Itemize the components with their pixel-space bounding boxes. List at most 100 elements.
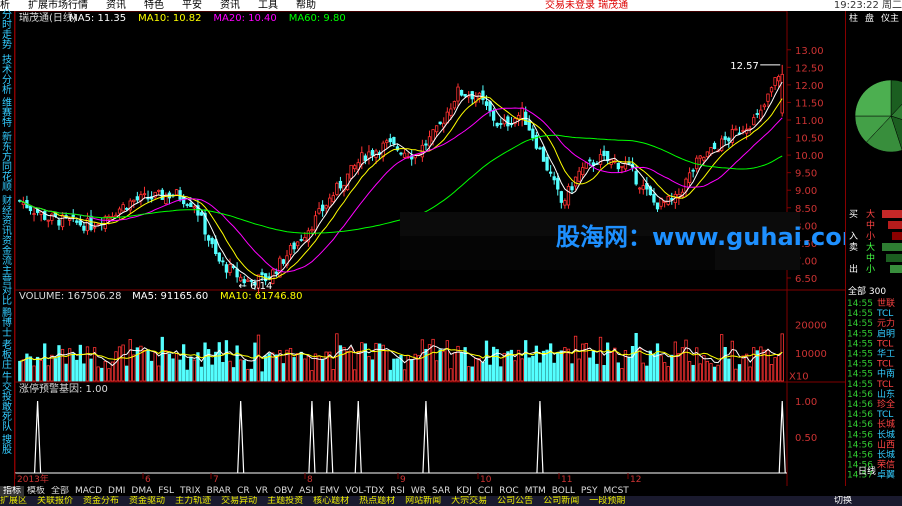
indicator-tab[interactable]: KDJ <box>453 486 475 496</box>
candle-body <box>620 165 624 168</box>
footer-tab[interactable]: 关联报价 <box>37 496 73 506</box>
footer-tab[interactable]: 网站新闻 <box>405 496 441 506</box>
indicator-tab[interactable]: MCST <box>601 486 632 496</box>
menu-item[interactable]: 资讯 <box>106 0 126 11</box>
tick-name[interactable]: 山东 <box>877 388 895 400</box>
menu-item[interactable]: 扩展市场行情 <box>28 0 88 11</box>
date-tick-label: 7 <box>213 475 219 485</box>
left-tab[interactable]: 分时走势 <box>0 11 14 51</box>
right-tab[interactable]: 仪主 <box>881 12 899 24</box>
indicator-tab[interactable]: BRAR <box>204 486 234 496</box>
volume-bar <box>221 361 225 382</box>
menu-item[interactable]: 工具 <box>258 0 278 11</box>
indicator-tab[interactable]: DMI <box>105 486 128 496</box>
left-tab[interactable]: 搜股 <box>0 436 14 456</box>
footer-tab[interactable]: 公司新闻 <box>543 496 579 506</box>
tick-name[interactable]: TCL <box>876 360 893 370</box>
tick-name[interactable]: 山西 <box>877 439 895 450</box>
date-tick-label: 2013年 <box>17 473 49 485</box>
tick-name[interactable]: 元力 <box>877 317 895 329</box>
menu-item[interactable]: 帮助 <box>296 0 316 11</box>
indicator-tab[interactable]: MTM <box>522 486 549 496</box>
candle-body <box>499 123 503 125</box>
indicator-tab[interactable]: MACD <box>72 486 105 496</box>
left-tab[interactable]: 牛交投 <box>0 373 14 403</box>
tick-name[interactable]: 长城 <box>877 428 895 440</box>
indicator-tab[interactable]: CCI <box>475 486 496 496</box>
tick-name[interactable]: 珍全 <box>877 398 895 410</box>
tick-name[interactable]: TCL <box>876 339 893 349</box>
volume-bar <box>605 342 610 382</box>
tick-name[interactable]: 世联 <box>877 297 895 309</box>
period-label[interactable]: 日线 <box>858 465 876 477</box>
fund-flow-pie-slice <box>854 79 892 117</box>
candle-body <box>531 128 535 139</box>
menu-item[interactable]: 特色 <box>144 0 164 11</box>
volume-bar <box>342 346 346 382</box>
footer-tab[interactable]: 热点题材 <box>359 496 395 506</box>
left-tab-bar: 分时走势技术分析维赛特新东方 同花顺财经资讯 资金流 主营对比鹏博士老板庄牛交投 敢死队… <box>0 11 15 486</box>
indicator-tab[interactable]: OBV <box>271 486 296 496</box>
candle-body <box>292 242 296 250</box>
left-tab[interactable]: 资金流 <box>0 237 14 267</box>
candle-body <box>178 190 182 200</box>
indicator-spike <box>237 400 245 474</box>
left-tab[interactable]: 敢死队 <box>0 403 14 433</box>
footer-tab[interactable]: 公司公告 <box>497 496 533 506</box>
indicator-tab[interactable]: PSY <box>578 486 601 496</box>
volume-bar <box>634 332 638 382</box>
left-tab[interactable]: 财经资讯 <box>0 197 14 237</box>
indicator-tab[interactable]: TRIX <box>177 486 204 496</box>
left-tab[interactable]: 同花顺 <box>0 163 14 193</box>
tick-name[interactable]: 启明 <box>877 327 895 339</box>
switch-button[interactable]: 切换 <box>834 496 852 506</box>
tick-name[interactable]: 华工 <box>877 348 895 360</box>
indicator-tab[interactable]: FSL <box>155 486 177 496</box>
tick-name[interactable]: 卓翼 <box>877 469 895 481</box>
tick-name[interactable]: 中南 <box>877 368 895 380</box>
footer-tab[interactable]: 扩展区 <box>0 496 27 506</box>
indicator-tab[interactable]: CR <box>234 486 253 496</box>
indicator-tab[interactable]: BOLL <box>549 486 578 496</box>
footer-tab[interactable]: 资金分布 <box>83 496 119 506</box>
left-tab[interactable]: 新东方 <box>0 133 14 163</box>
footer-tab[interactable]: 大宗交易 <box>451 496 487 506</box>
right-tab[interactable]: 柱 <box>849 12 858 24</box>
footer-tab[interactable]: 主题投资 <box>267 496 303 506</box>
tick-name[interactable]: 长城 <box>877 449 895 461</box>
indicator-tab[interactable]: VR <box>253 486 271 496</box>
footer-tab[interactable]: 一段预期 <box>589 496 625 506</box>
left-tab[interactable]: 技术分析 <box>0 56 14 96</box>
right-panel-graphics: 柱盘仪主买 大中小卖 大中小入出全部 30014:55 世联14:55 TCL14:55… <box>847 12 902 481</box>
menu-item[interactable]: 资讯 <box>220 0 240 11</box>
footer-tab[interactable]: 主力轨迹 <box>175 496 211 506</box>
footer-tab[interactable]: 核心题材 <box>313 496 349 506</box>
indicator-tab[interactable]: ASI <box>296 486 317 496</box>
indicator-tab[interactable]: ROC <box>496 486 522 496</box>
candle-body <box>459 89 464 96</box>
tick-name[interactable]: 长城 <box>877 418 895 430</box>
indicator-tab[interactable]: RSI <box>387 486 408 496</box>
left-tab[interactable]: 老板庄 <box>0 341 14 371</box>
right-tab[interactable]: 盘 <box>865 12 874 24</box>
footer-tab[interactable]: 交易异动 <box>221 496 257 506</box>
volume-bar <box>317 355 321 382</box>
indicator-tab[interactable]: VOL-TDX <box>342 486 387 496</box>
candle-body <box>777 76 781 82</box>
indicator-tab[interactable]: DMA <box>128 486 155 496</box>
tick-name[interactable]: 荣信 <box>877 459 895 471</box>
left-tab[interactable]: 主营对比 <box>0 267 14 307</box>
tick-name[interactable]: TCL <box>876 309 893 319</box>
indicator-tab[interactable]: 全部 <box>48 486 72 496</box>
tick-name[interactable]: TCL <box>876 410 893 420</box>
indicator-tab[interactable]: SAR <box>429 486 453 496</box>
indicator-tab[interactable]: WR <box>408 486 429 496</box>
footer-tab[interactable]: 资金驱动 <box>129 496 165 506</box>
menu-item[interactable]: 平安 <box>182 0 202 11</box>
indicator-tab[interactable]: EMV <box>317 486 343 496</box>
indicator-tab[interactable]: 指标 <box>0 486 25 496</box>
left-tab[interactable]: 维赛特 <box>0 99 14 129</box>
left-tab[interactable]: 鹏博士 <box>0 309 14 339</box>
tick-name[interactable]: TCL <box>876 380 893 390</box>
indicator-tab[interactable]: 模板 <box>24 486 48 496</box>
